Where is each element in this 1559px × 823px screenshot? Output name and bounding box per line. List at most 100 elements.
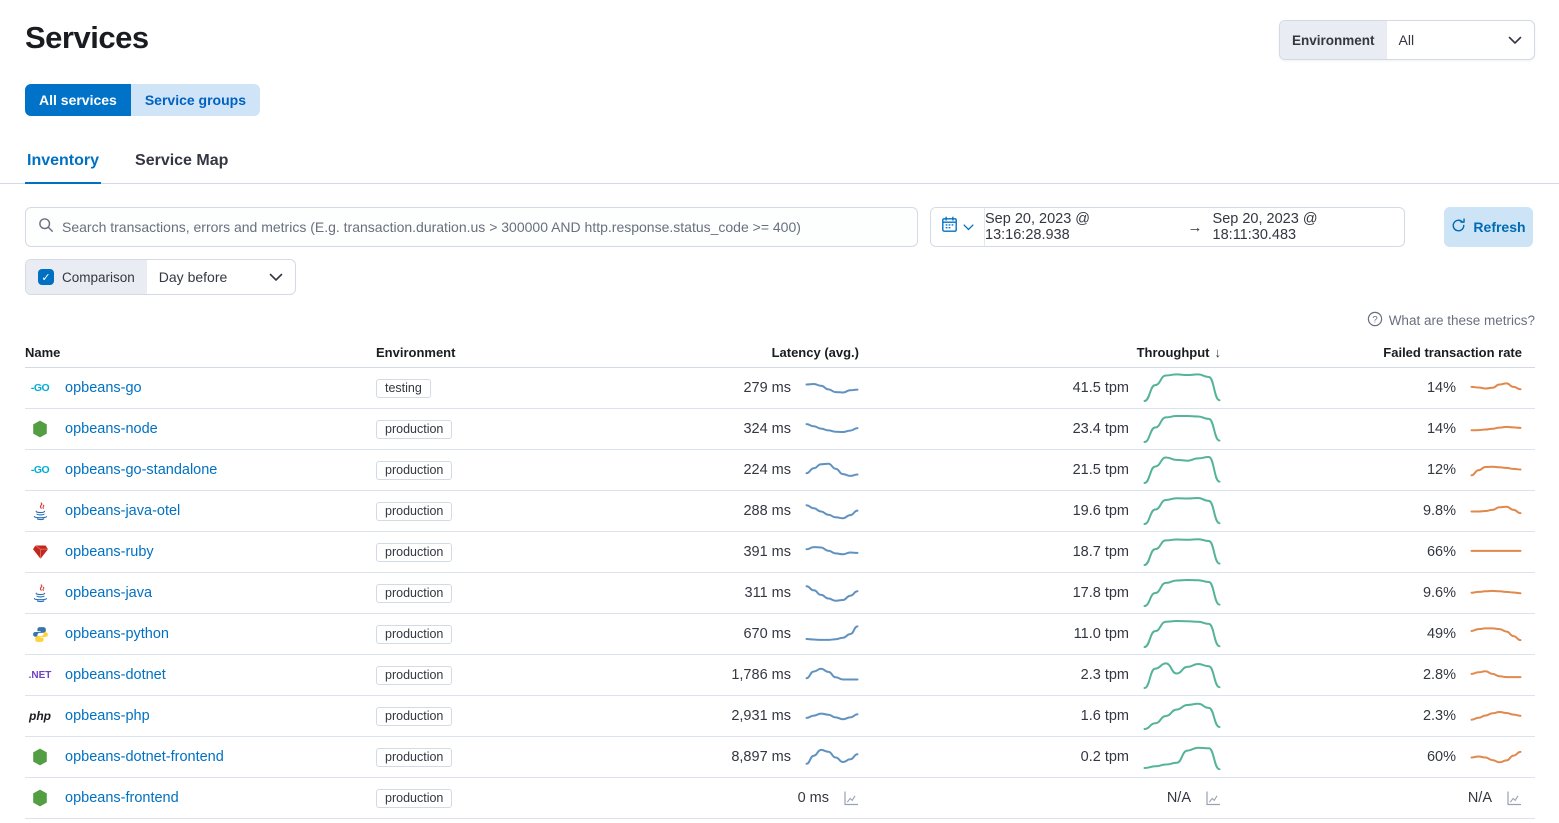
comparison-checkbox[interactable]: ✓ [38,269,54,285]
throughput-value: 1.6 tpm [1081,708,1129,724]
comparison-select[interactable]: Day before [147,260,295,294]
page-title: Services [25,20,149,56]
services-view-toggle: All services Service groups [25,84,260,116]
date-range-picker: Sep 20, 2023 @ 13:16:28.938 → Sep 20, 20… [930,207,1405,247]
service-link[interactable]: opbeans-go-standalone [65,462,217,478]
date-range-arrow-icon: → [1188,219,1203,236]
metrics-help-link[interactable]: ? What are these metrics? [0,311,1559,330]
all-services-button[interactable]: All services [25,84,131,116]
services-table: Name Environment Latency (avg.) Throughp… [0,338,1559,819]
throughput-sparkline [1143,495,1221,527]
environment-filter-select[interactable]: All [1387,21,1534,59]
start-date[interactable]: Sep 20, 2023 @ 13:16:28.938 [985,211,1178,243]
throughput-value: 0.2 tpm [1081,749,1129,765]
tab-inventory[interactable]: Inventory [25,142,101,184]
table-row: opbeans-node production 324 ms 23.4 tpm … [25,409,1535,450]
environment-badge: testing [376,379,431,398]
latency-value: 670 ms [743,626,791,642]
service-link[interactable]: opbeans-java [65,585,152,601]
latency-sparkline [805,542,859,563]
apm-services-page: Services Environment All All services Se… [0,0,1559,823]
throughput-value: 19.6 tpm [1073,503,1129,519]
tab-service-map[interactable]: Service Map [133,142,230,183]
latency-value: 8,897 ms [731,749,791,765]
latency-sparkline [805,419,859,440]
service-link[interactable]: opbeans-dotnet-frontend [65,749,224,765]
comparison-control: ✓ Comparison Day before [25,259,296,295]
comparison-checkbox-group[interactable]: ✓ Comparison [26,260,147,294]
table-body: -GO opbeans-go testing 279 ms 41.5 tpm 1… [25,368,1535,819]
failed-rate-value: 66% [1427,544,1456,560]
latency-value: 279 ms [743,380,791,396]
service-link[interactable]: opbeans-dotnet [65,667,166,683]
search-bar[interactable] [25,207,918,247]
java-icon [29,584,51,603]
environment-badge: production [376,420,452,439]
throughput-value: N/A [1167,790,1191,806]
column-header-latency[interactable]: Latency (avg.) [632,345,865,360]
failed-rate-sparkline [1470,420,1522,439]
svg-text:?: ? [1372,314,1377,325]
refresh-label: Refresh [1473,219,1525,235]
date-quick-select-button[interactable] [931,208,985,246]
throughput-value: 17.8 tpm [1073,585,1129,601]
environment-filter-label: Environment [1280,21,1387,59]
throughput-sparkline [1143,700,1221,732]
column-header-failed-rate[interactable]: Failed transaction rate [1221,345,1535,360]
latency-sparkline [805,706,859,727]
table-row: opbeans-frontend production 0 ms N/A N/A [25,778,1535,819]
failed-rate-sparkline [1470,502,1522,521]
service-link[interactable]: opbeans-php [65,708,150,724]
failed-rate-sparkline [1470,748,1522,767]
environment-badge: production [376,748,452,767]
throughput-value: 23.4 tpm [1073,421,1129,437]
environment-badge: production [376,543,452,562]
table-row: opbeans-java production 311 ms 17.8 tpm … [25,573,1535,614]
comparison-label: Comparison [62,270,135,285]
service-link[interactable]: opbeans-go [65,380,142,396]
failed-rate-value: 49% [1427,626,1456,642]
end-date[interactable]: Sep 20, 2023 @ 18:11:30.483 [1213,211,1404,243]
failed-rate-value: 9.8% [1423,503,1456,519]
latency-sparkline [843,790,859,806]
latency-sparkline [805,378,859,399]
column-header-throughput[interactable]: Throughput ↓ [865,345,1221,360]
latency-sparkline [805,747,859,768]
environment-badge: production [376,666,452,685]
node-icon [29,748,51,766]
refresh-button[interactable]: Refresh [1444,207,1533,247]
latency-value: 288 ms [743,503,791,519]
throughput-sparkline [1143,536,1221,568]
table-row: opbeans-python production 670 ms 11.0 tp… [25,614,1535,655]
service-link[interactable]: opbeans-frontend [65,790,179,806]
latency-sparkline [805,501,859,522]
failed-rate-value: 12% [1427,462,1456,478]
chevron-down-icon [269,269,283,285]
failed-rate-sparkline [1470,584,1522,603]
failed-rate-sparkline [1470,461,1522,480]
table-row: -GO opbeans-go-standalone production 224… [25,450,1535,491]
failed-rate-sparkline [1470,707,1522,726]
latency-value: 324 ms [743,421,791,437]
go-icon: -GO [29,382,51,394]
column-header-environment: Environment [376,345,632,360]
dotnet-icon: .NET [29,670,51,681]
failed-rate-sparkline [1470,625,1522,644]
environment-badge: production [376,461,452,480]
service-link[interactable]: opbeans-ruby [65,544,154,560]
service-link[interactable]: opbeans-java-otel [65,503,180,519]
failed-rate-sparkline [1470,543,1522,562]
search-input[interactable] [62,219,905,235]
refresh-icon [1451,218,1466,236]
service-link[interactable]: opbeans-python [65,626,169,642]
table-row: -GO opbeans-go testing 279 ms 41.5 tpm 1… [25,368,1535,409]
service-groups-button[interactable]: Service groups [131,84,260,116]
column-header-name[interactable]: Name [25,345,376,360]
throughput-sparkline [1143,372,1221,404]
service-link[interactable]: opbeans-node [65,421,158,437]
failed-rate-value: N/A [1468,790,1492,806]
throughput-value: 18.7 tpm [1073,544,1129,560]
ruby-icon [29,544,51,560]
environment-filter[interactable]: Environment All [1279,20,1535,60]
failed-rate-value: 2.8% [1423,667,1456,683]
